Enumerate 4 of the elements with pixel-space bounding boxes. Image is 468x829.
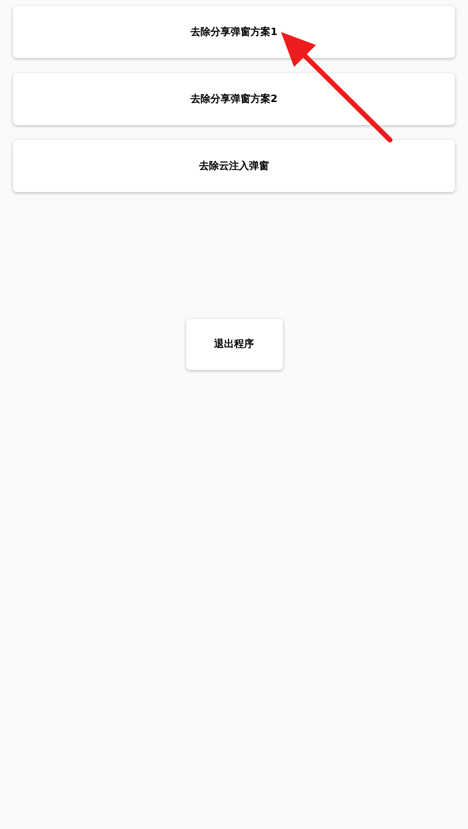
option-button[interactable]: 去除云注入弹窗 xyxy=(13,140,455,192)
option-button[interactable]: 去除分享弹窗方案1 xyxy=(13,6,455,58)
option-button[interactable]: 去除分享弹窗方案2 xyxy=(13,73,455,125)
exit-button[interactable]: 退出程序 xyxy=(186,319,282,370)
